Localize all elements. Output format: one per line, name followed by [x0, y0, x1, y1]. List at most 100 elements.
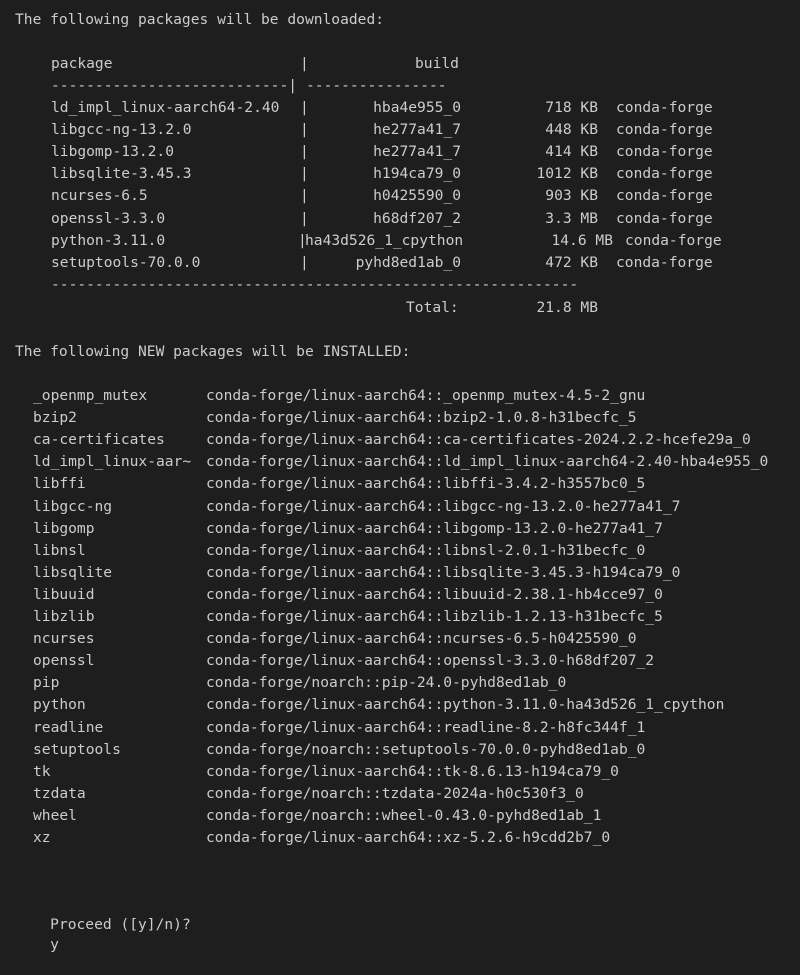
install-package-name: _openmp_mutex: [33, 387, 148, 404]
install-package-spec: conda-forge/linux-aarch64::libzlib-1.2.1…: [206, 608, 663, 625]
install-row: python conda-forge/linux-aarch64::python-…: [0, 695, 800, 715]
package-name: libsqlite-3.45.3: [51, 165, 192, 183]
install-package-spec: conda-forge/linux-aarch64::readline-8.2-…: [206, 718, 646, 736]
total-value: 21.8 MB: [536, 299, 598, 316]
install-package-name: pip: [33, 674, 60, 692]
package-name: openssl-3.3.0: [51, 209, 166, 227]
install-package-spec: conda-forge/linux-aarch64::tk-8.6.13-h19…: [206, 762, 619, 780]
package-size: 14.6 MB: [551, 231, 613, 249]
install-row: ncurses conda-forge/linux-aarch64::ncurse…: [0, 629, 800, 649]
package-channel: conda-forge: [616, 143, 713, 161]
install-package-name: ca-certificates: [33, 431, 165, 449]
column-header-build: build: [415, 55, 459, 72]
package-channel: conda-forge: [616, 99, 713, 116]
package-name: libgcc-ng-13.2.0: [51, 121, 192, 139]
install-package-spec: conda-forge/linux-aarch64::ca-certificat…: [206, 431, 751, 449]
package-build: he277a41_7: [373, 121, 461, 139]
install-row: wheel conda-forge/noarch::wheel-0.43.0-py…: [0, 806, 800, 826]
download-row: openssl-3.3.0 | h68df207_2 3.3 MB conda-forg…: [0, 209, 800, 229]
package-size: 1012 KB: [536, 165, 598, 183]
package-size: 3.3 MB: [545, 209, 598, 227]
install-package-name: readline: [33, 718, 104, 736]
install-package-spec: conda-forge/linux-aarch64::python-3.11.0…: [206, 696, 725, 714]
install-package-name: wheel: [33, 806, 77, 824]
column-separator: |: [300, 165, 309, 183]
package-channel: conda-forge: [625, 231, 722, 249]
download-row: libgcc-ng-13.2.0 | he277a41_7 448 KB conda-f…: [0, 120, 800, 140]
install-package-spec: conda-forge/linux-aarch64::ncurses-6.5-h…: [206, 630, 637, 648]
table-rule-right: ----------------: [306, 77, 447, 94]
column-separator: |: [300, 253, 309, 271]
package-name: ncurses-6.5: [51, 187, 148, 205]
package-build: h0425590_0: [373, 187, 461, 205]
column-separator: |: [300, 143, 309, 161]
package-build: he277a41_7: [373, 143, 461, 161]
install-row: _openmp_mutex conda-forge/linux-aarch64::…: [0, 386, 800, 406]
column-separator: |: [300, 55, 309, 72]
download-row: python-3.11.0 | ha43d526_1_cpython 14.6 MB c…: [0, 231, 800, 251]
install-row: libsqlite conda-forge/linux-aarch64::libs…: [0, 563, 800, 583]
install-package-name: ld_impl_linux-aar~: [33, 453, 192, 471]
install-package-name: libnsl: [33, 541, 86, 559]
download-table-rule: ---------------------------| -----------…: [0, 76, 800, 96]
install-row: libgcc-ng conda-forge/linux-aarch64::libg…: [0, 497, 800, 517]
install-package-name: libuuid: [33, 585, 95, 603]
install-package-name: xz: [33, 829, 51, 846]
install-package-name: ncurses: [33, 630, 95, 648]
install-package-spec: conda-forge/linux-aarch64::bzip2-1.0.8-h…: [206, 409, 637, 427]
prompt-input[interactable]: y: [50, 935, 59, 955]
install-row: libffi conda-forge/linux-aarch64::libffi-…: [0, 474, 800, 494]
download-row: setuptools-70.0.0 | pyhd8ed1ab_0 472 KB cond…: [0, 253, 800, 273]
install-package-spec: conda-forge/noarch::pip-24.0-pyhd8ed1ab_…: [206, 674, 567, 692]
install-row: libzlib conda-forge/linux-aarch64::libzli…: [0, 607, 800, 627]
install-package-name: openssl: [33, 652, 95, 670]
column-separator: |: [300, 187, 309, 205]
footer-rule: ----------------------------------------…: [51, 276, 579, 293]
download-heading: The following packages will be downloade…: [15, 11, 385, 28]
install-row: pip conda-forge/noarch::pip-24.0-pyhd8ed1…: [0, 673, 800, 693]
total-label: Total:: [406, 299, 459, 316]
download-table-footer-rule: ----------------------------------------…: [0, 275, 800, 295]
install-row: readline conda-forge/linux-aarch64::readl…: [0, 718, 800, 738]
install-package-spec: conda-forge/noarch::setuptools-70.0.0-py…: [206, 740, 646, 758]
download-row: ld_impl_linux-aarch64-2.40 | hba4e955_0 718…: [0, 98, 800, 118]
download-row: ncurses-6.5 | h0425590_0 903 KB conda-forge: [0, 186, 800, 206]
install-package-spec: conda-forge/linux-aarch64::libuuid-2.38.…: [206, 585, 663, 603]
install-row: setuptools conda-forge/noarch::setuptools…: [0, 740, 800, 760]
install-package-spec: conda-forge/linux-aarch64::ld_impl_linux…: [206, 453, 769, 471]
package-channel: conda-forge: [616, 209, 713, 227]
install-package-name: libffi: [33, 475, 86, 493]
install-package-name: libgcc-ng: [33, 497, 113, 515]
package-channel: conda-forge: [616, 165, 713, 183]
package-size: 903 KB: [545, 187, 598, 205]
install-row: tk conda-forge/linux-aarch64::tk-8.6.13-h…: [0, 762, 800, 782]
install-package-spec: conda-forge/linux-aarch64::libnsl-2.0.1-…: [206, 541, 646, 559]
install-row: libgomp conda-forge/linux-aarch64::libgom…: [0, 519, 800, 539]
install-row: tzdata conda-forge/noarch::tzdata-2024a-h…: [0, 784, 800, 804]
package-build: h194ca79_0: [373, 165, 461, 183]
package-build: ha43d526_1_cpython: [305, 231, 464, 249]
install-package-name: libgomp: [33, 519, 95, 537]
column-separator: |: [300, 121, 309, 139]
package-build: hba4e955_0: [373, 99, 461, 116]
install-package-name: bzip2: [33, 409, 77, 427]
download-row: libsqlite-3.45.3 | h194ca79_0 1012 KB conda-…: [0, 164, 800, 184]
package-size: 472 KB: [545, 253, 598, 271]
package-build: pyhd8ed1ab_0: [355, 253, 461, 271]
install-package-spec: conda-forge/noarch::wheel-0.43.0-pyhd8ed…: [206, 806, 602, 824]
column-separator: |: [300, 99, 309, 116]
install-package-name: tk: [33, 762, 51, 780]
column-separator: |: [300, 209, 309, 227]
package-size: 448 KB: [545, 121, 598, 139]
install-package-name: libzlib: [33, 608, 95, 625]
package-channel: conda-forge: [616, 121, 713, 139]
install-package-spec: conda-forge/linux-aarch64::openssl-3.3.0…: [206, 652, 655, 670]
install-row: xz conda-forge/linux-aarch64::xz-5.2.6-h9…: [0, 828, 800, 848]
install-package-spec: conda-forge/linux-aarch64::libgomp-13.2.…: [206, 519, 663, 537]
install-package-spec: conda-forge/linux-aarch64::libsqlite-3.4…: [206, 563, 681, 581]
install-package-spec: conda-forge/linux-aarch64::xz-5.2.6-h9cd…: [206, 829, 611, 846]
terminal-output: The following packages will be downloade…: [0, 0, 800, 953]
install-row: libuuid conda-forge/linux-aarch64::libuui…: [0, 585, 800, 605]
column-header-package: package: [51, 55, 113, 72]
package-name: python-3.11.0: [51, 231, 166, 249]
